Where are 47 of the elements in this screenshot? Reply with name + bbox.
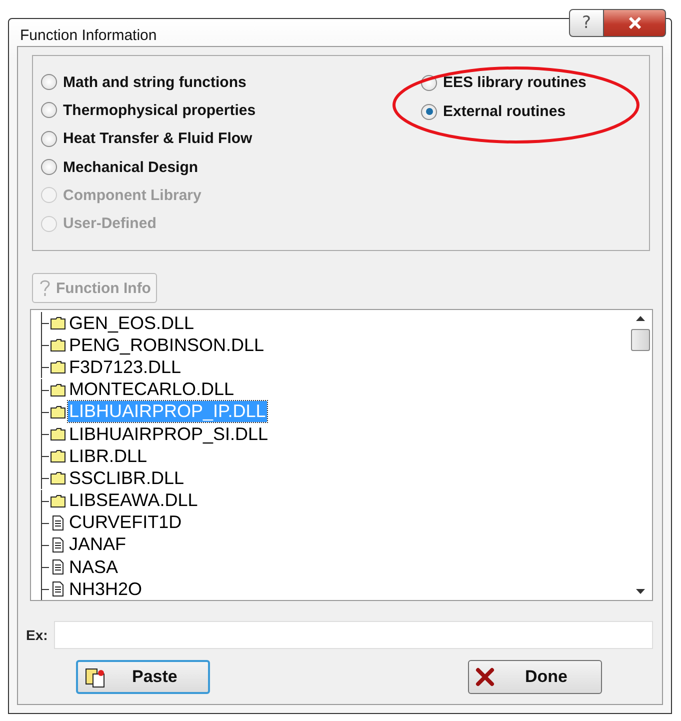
tree-item[interactable]: NH3H2O <box>68 578 144 600</box>
question-icon <box>38 278 52 298</box>
example-label: Ex: <box>26 627 48 643</box>
x-icon <box>475 667 495 687</box>
folder-icon <box>50 316 66 330</box>
document-icon <box>50 559 66 576</box>
tree-item[interactable]: LIBSEAWA.DLL <box>68 490 199 512</box>
folder-icon <box>50 494 66 508</box>
document-icon <box>50 581 66 598</box>
tree-item[interactable]: CURVEFIT1D <box>68 512 183 534</box>
example-field[interactable] <box>54 621 653 649</box>
tree-item[interactable]: LIBHUAIRPROP_SI.DLL <box>68 424 270 445</box>
folder-icon <box>50 427 66 442</box>
done-button[interactable]: Done <box>468 660 602 694</box>
tree-item[interactable]: JANAF <box>68 534 128 556</box>
folder-icon <box>50 471 66 486</box>
tree-item[interactable]: F3D7123.DLL <box>68 356 182 378</box>
folder-icon <box>50 449 66 464</box>
scroll-thumb[interactable] <box>630 329 650 351</box>
document-icon <box>50 514 66 531</box>
radio-option[interactable]: Math and string functions <box>41 72 421 92</box>
tree-item[interactable]: GEN_EOS.DLL <box>68 312 196 334</box>
window-title: Function Information <box>20 27 157 44</box>
radio-option[interactable]: EES library routines <box>421 72 586 93</box>
radio-option[interactable]: Thermophysical properties <box>41 100 421 121</box>
tree-item[interactable]: NASA <box>68 556 120 578</box>
tree-item[interactable]: MONTECARLO.DLL <box>68 379 236 400</box>
radio-option: Component Library <box>41 185 421 206</box>
tree-item[interactable]: LIBR.DLL <box>68 446 148 467</box>
close-icon <box>628 17 642 29</box>
scroll-up-icon[interactable] <box>636 316 644 321</box>
folder-icon <box>50 382 66 397</box>
radio-option[interactable]: Mechanical Design <box>41 156 421 178</box>
folder-icon <box>50 338 66 352</box>
radio-option[interactable]: External routines <box>421 101 586 122</box>
tree-list[interactable]: GEN_EOS.DLL PENG_ROBINSON.DLL F3D7123.DLL MONTECARLO.DLL LIBHUAIRPROP_IP.DLL LIBHUAIRPROP_SI.DLL LIBR.DLL SSCLIBR.DLL LIBSEAWA.DLL CURVEFIT1D JANAF NASA NH3H2O <box>30 309 653 601</box>
tree-item[interactable]: SSCLIBR.DLL <box>68 468 186 489</box>
folder-icon <box>50 360 66 374</box>
folder-icon <box>50 404 66 419</box>
radio-option[interactable]: Heat Transfer & Fluid Flow <box>41 128 421 149</box>
scroll-down-icon[interactable] <box>636 589 644 594</box>
radio-option: User-Defined <box>41 214 421 234</box>
help-button[interactable]: ? <box>569 9 604 37</box>
tree-item[interactable]: PENG_ROBINSON.DLL <box>68 334 266 356</box>
paste-button[interactable]: Paste <box>76 660 210 694</box>
close-button[interactable] <box>604 9 666 37</box>
document-icon <box>50 536 66 553</box>
